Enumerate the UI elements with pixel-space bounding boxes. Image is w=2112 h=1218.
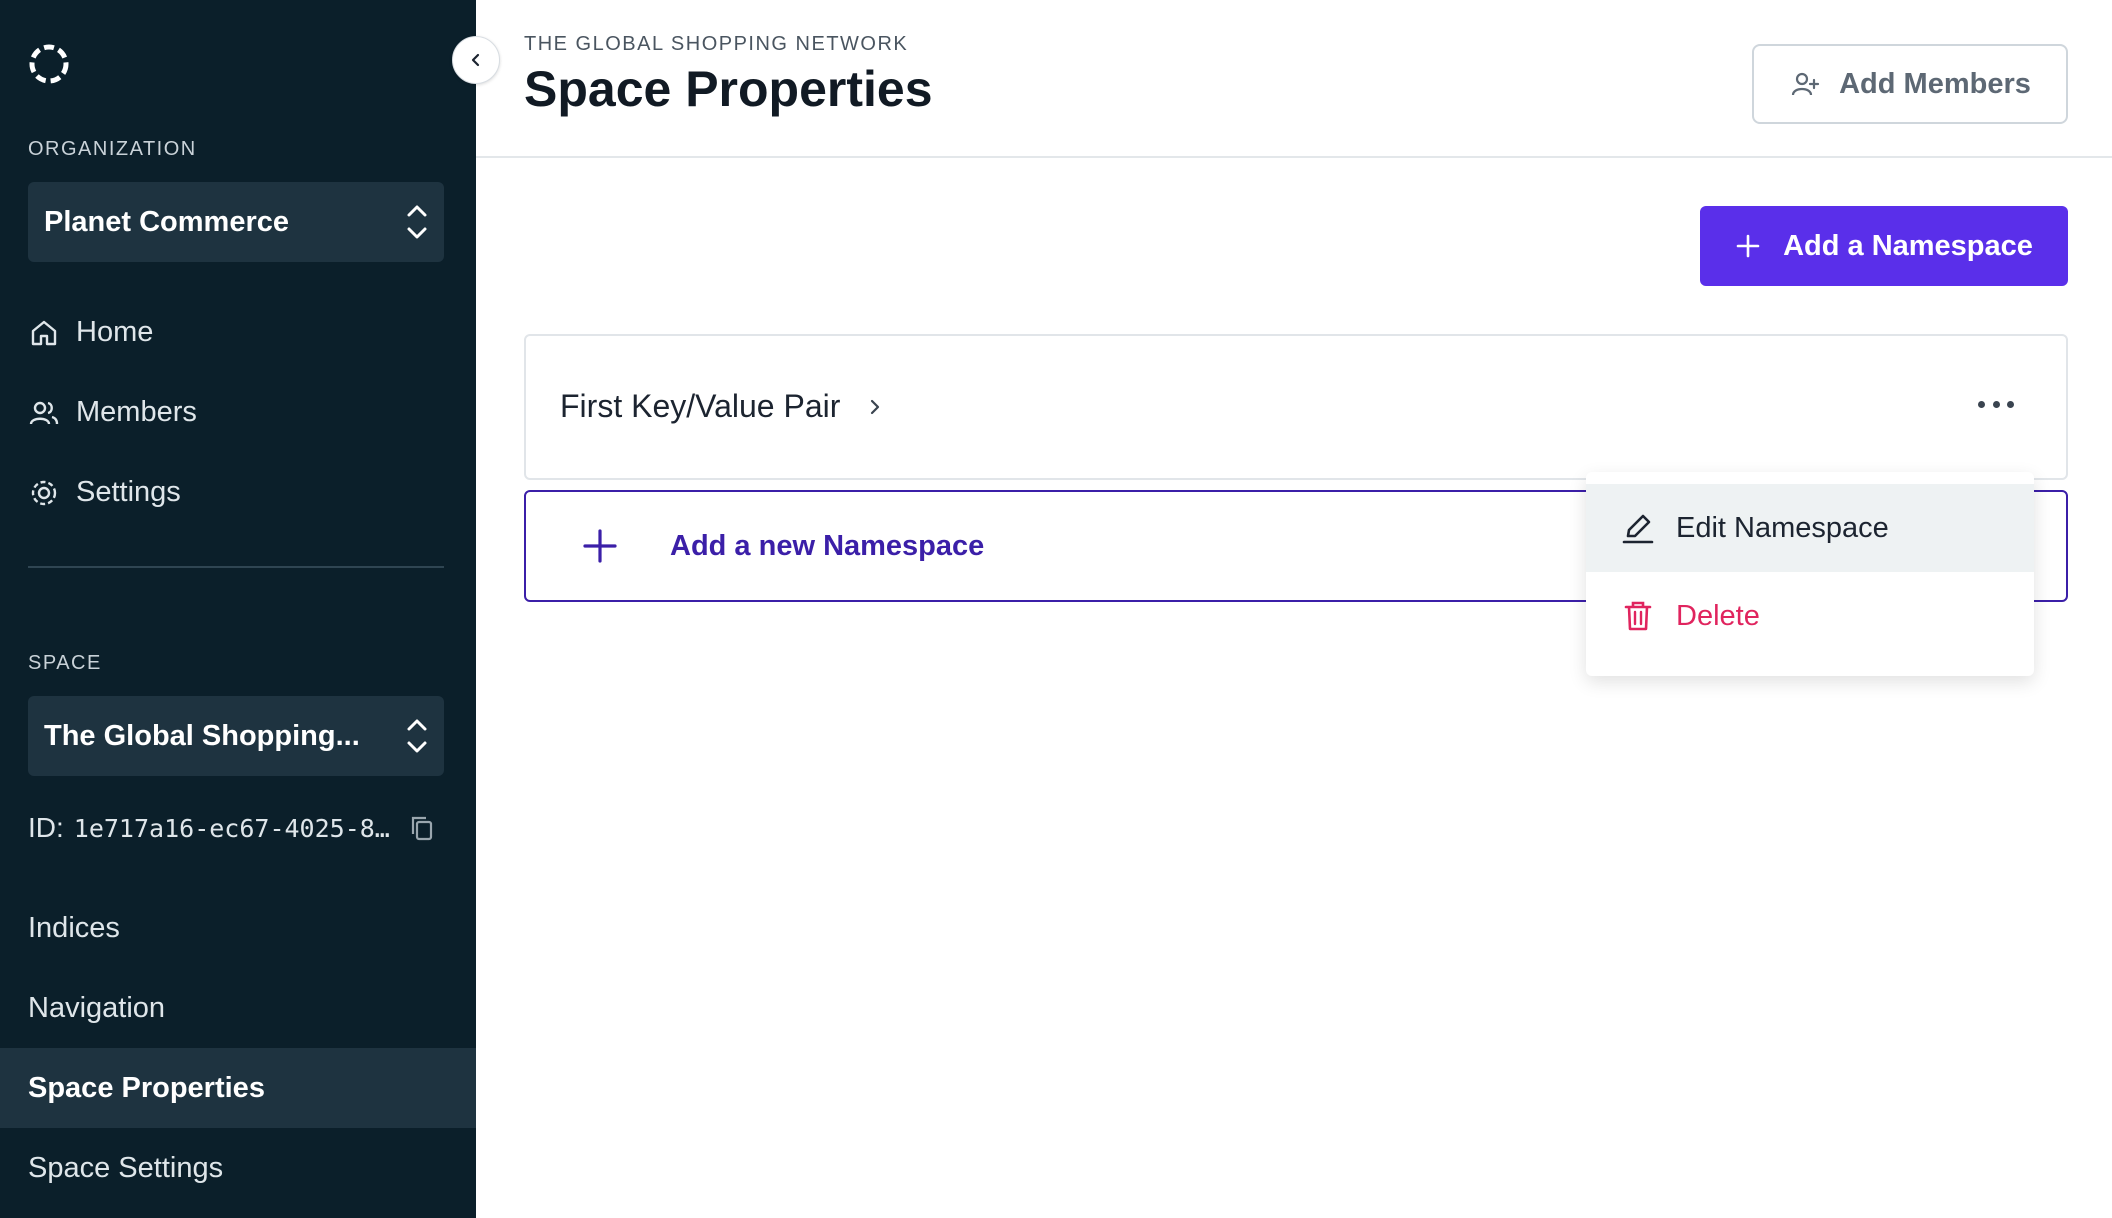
- space-selector[interactable]: The Global Shopping...: [28, 696, 444, 776]
- chevron-left-icon: [471, 53, 480, 67]
- sidebar-item-label: Settings: [76, 476, 181, 508]
- sidebar-item-space-settings[interactable]: Space Settings: [0, 1128, 476, 1208]
- namespace-options-menu: Edit Namespace Delete: [1586, 472, 2034, 676]
- edit-namespace-label: Edit Namespace: [1676, 511, 1889, 544]
- pencil-icon: [1622, 514, 1654, 544]
- sidebar-item-members[interactable]: Members: [28, 396, 197, 429]
- namespace-title: First Key/Value Pair: [560, 388, 841, 424]
- more-options-icon[interactable]: [1978, 392, 2014, 416]
- add-members-label: Add Members: [1839, 67, 2031, 100]
- breadcrumb: THE GLOBAL SHOPPING NETWORK: [524, 33, 909, 55]
- add-user-icon: [1792, 72, 1820, 96]
- sidebar-item-label: Members: [76, 396, 197, 428]
- sidebar-item-indices[interactable]: Indices: [0, 888, 476, 968]
- namespace-card[interactable]: First Key/Value Pair: [524, 334, 2068, 480]
- add-members-button[interactable]: Add Members: [1752, 44, 2068, 124]
- space-id-row: ID: 1e717a16-ec67-4025-8…: [28, 812, 436, 844]
- collapse-sidebar-button[interactable]: [452, 36, 500, 84]
- sidebar-divider: [28, 566, 444, 568]
- trash-icon: [1624, 601, 1652, 631]
- chevron-updown-icon: [407, 719, 427, 753]
- space-id-label: ID:: [28, 812, 64, 843]
- add-new-namespace-label: Add a new Namespace: [670, 529, 985, 562]
- chevron-right-icon: [871, 399, 880, 414]
- sidebar-item-settings[interactable]: Settings: [28, 476, 181, 509]
- sidebar-item-label: Home: [76, 316, 154, 348]
- home-icon: [31, 320, 57, 345]
- plus-icon: [1736, 234, 1760, 258]
- sidebar-item-navigation[interactable]: Navigation: [0, 968, 476, 1048]
- sidebar-item-space-properties[interactable]: Space Properties: [0, 1048, 476, 1128]
- sidebar: ORGANIZATION Planet Commerce Home Member…: [0, 0, 476, 1218]
- plus-icon: [583, 529, 617, 563]
- space-name: The Global Shopping...: [44, 719, 360, 752]
- delete-menu-item[interactable]: Delete: [1586, 572, 2034, 660]
- space-label: SPACE: [28, 652, 102, 674]
- members-icon: [29, 401, 59, 424]
- delete-label: Delete: [1676, 599, 1760, 632]
- edit-namespace-menu-item[interactable]: Edit Namespace: [1586, 484, 2034, 572]
- organization-label: ORGANIZATION: [28, 138, 197, 160]
- page-header: THE GLOBAL SHOPPING NETWORK Space Proper…: [476, 0, 2112, 158]
- copy-icon[interactable]: [408, 814, 436, 842]
- space-id-value: 1e717a16-ec67-4025-8…: [73, 813, 390, 843]
- add-namespace-button[interactable]: Add a Namespace: [1700, 206, 2068, 286]
- sidebar-item-home[interactable]: Home: [28, 316, 153, 349]
- gear-icon: [31, 480, 57, 505]
- namespace-title-row[interactable]: First Key/Value Pair: [560, 388, 882, 425]
- page-title: Space Properties: [524, 61, 933, 117]
- chevron-updown-icon: [407, 205, 427, 239]
- organization-name: Planet Commerce: [44, 205, 289, 238]
- add-namespace-label: Add a Namespace: [1783, 229, 2033, 262]
- logo-icon[interactable]: [28, 43, 70, 85]
- organization-selector[interactable]: Planet Commerce: [28, 182, 444, 262]
